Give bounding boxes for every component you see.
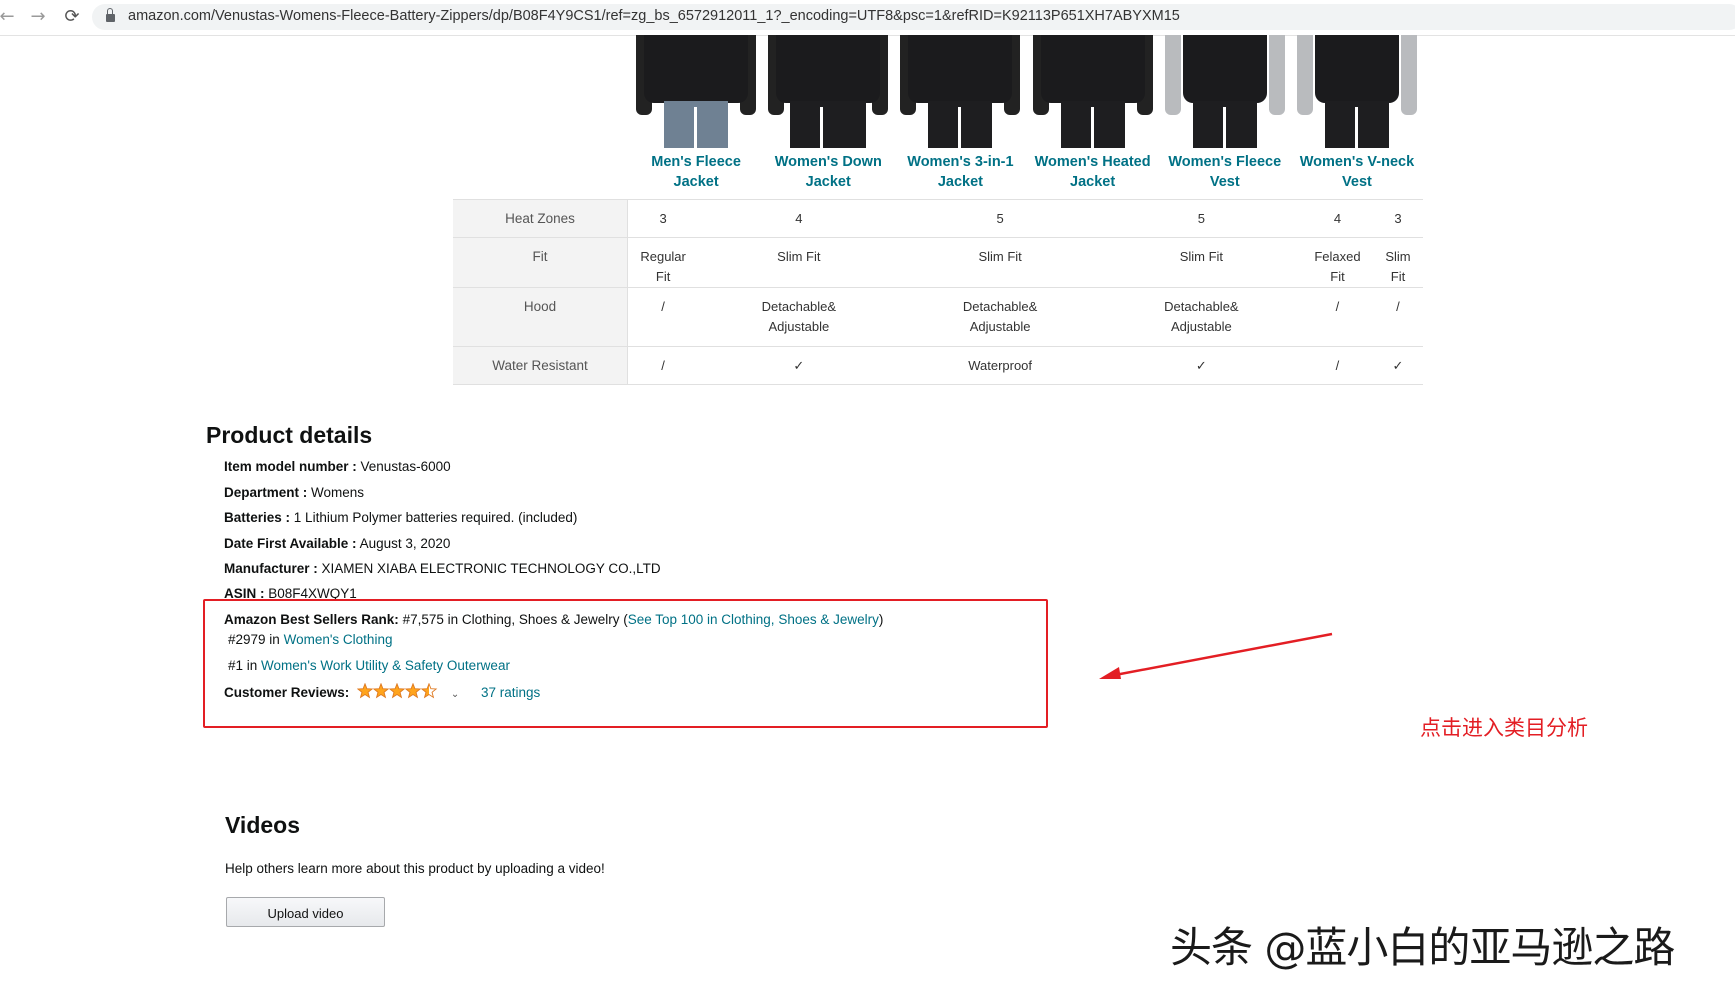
product-name-link[interactable]: Women's Down Jacket (762, 152, 894, 192)
videos-heading: Videos (225, 812, 300, 838)
row-header: Hood (453, 287, 628, 347)
product-card[interactable]: Women's V-neck Vest (1291, 35, 1423, 192)
table-cell: Slim Fit (1100, 237, 1303, 288)
forward-arrow-icon[interactable]: → (27, 6, 49, 28)
upload-video-button[interactable]: Upload video (226, 897, 385, 927)
product-card[interactable]: Women's Down Jacket (762, 35, 894, 192)
table-cell: 4 (1302, 199, 1373, 238)
highlight-box (203, 599, 1048, 728)
table-cell: Waterproof (899, 346, 1101, 385)
table-cell: 4 (698, 199, 900, 238)
table-cell: Felaxed Fit (1302, 237, 1373, 288)
product-card[interactable]: Women's 3-in-1 Jacket (894, 35, 1026, 192)
detail-item-model: Item model number : Venustas-6000 (224, 459, 451, 474)
product-name-link[interactable]: Women's Heated Jacket (1027, 152, 1159, 192)
detail-manufacturer: Manufacturer : XIAMEN XIABA ELECTRONIC T… (224, 561, 661, 576)
table-cell: Slim Fit (698, 237, 900, 288)
lock-icon[interactable] (106, 8, 115, 22)
table-cell: Detachable& Adjustable (899, 287, 1101, 347)
table-cell: / (1302, 287, 1373, 347)
detail-value: XIAMEN XIABA ELECTRONIC TECHNOLOGY CO.,L… (321, 561, 661, 576)
address-bar[interactable]: amazon.com/Venustas-Womens-Fleece-Batter… (92, 4, 1735, 30)
back-arrow-icon[interactable]: ← (0, 6, 18, 28)
detail-label: Batteries : (224, 510, 291, 525)
table-cell: ✓ (1100, 346, 1303, 385)
row-header: Fit (453, 237, 628, 288)
detail-label: ASIN : (224, 586, 265, 599)
detail-value: Venustas-6000 (360, 459, 451, 474)
table-row: Fit Regular Fit Slim Fit Slim Fit Slim F… (453, 237, 1423, 288)
product-image[interactable] (768, 35, 889, 148)
product-name-link[interactable]: Women's 3-in-1 Jacket (894, 152, 1026, 192)
detail-label: Date First Available : (224, 536, 357, 551)
product-image[interactable] (1032, 35, 1153, 148)
table-cell: ✓ (698, 346, 900, 385)
table-cell: Regular Fit (627, 237, 699, 288)
product-name-link[interactable]: Women's Fleece Vest (1159, 152, 1291, 192)
row-header: Water Resistant (453, 346, 628, 385)
table-cell: ✓ (1372, 346, 1423, 385)
browser-toolbar: ← → ⟳ amazon.com/Venustas-Womens-Fleece-… (0, 0, 1735, 36)
reload-icon[interactable]: ⟳ (61, 6, 83, 28)
product-image[interactable] (1164, 35, 1285, 148)
product-image[interactable] (900, 35, 1021, 148)
product-image[interactable] (1296, 35, 1417, 148)
table-cell: 3 (627, 199, 699, 238)
detail-label: Manufacturer : (224, 561, 318, 576)
detail-value: August 3, 2020 (359, 536, 451, 551)
table-cell: Slim Fit (1372, 237, 1423, 288)
table-cell: / (1302, 346, 1373, 385)
table-row: Hood / Detachable& Adjustable Detachable… (453, 287, 1423, 347)
detail-label: Department : (224, 485, 308, 500)
table-cell: / (1372, 287, 1423, 347)
url-text[interactable]: amazon.com/Venustas-Womens-Fleece-Batter… (128, 8, 1180, 24)
table-row: Heat Zones 3 4 5 5 4 3 (453, 199, 1423, 238)
table-cell: / (627, 287, 699, 347)
product-details-heading: Product details (206, 422, 373, 448)
table-cell: Detachable& Adjustable (698, 287, 900, 347)
table-cell: Detachable& Adjustable (1100, 287, 1303, 347)
table-cell: Slim Fit (899, 237, 1101, 288)
watermark: 头条 @蓝小白的亚马逊之路 (1170, 923, 1675, 972)
annotation-arrow-icon (1099, 632, 1333, 679)
table-cell: / (627, 346, 699, 385)
detail-batteries: Batteries : 1 Lithium Polymer batteries … (224, 510, 577, 525)
comparison-table: Heat Zones 3 4 5 5 4 3 Fit Regular Fit S… (453, 199, 1423, 385)
detail-label: Item model number : (224, 459, 357, 474)
product-name-link[interactable]: Women's V-neck Vest (1291, 152, 1423, 192)
videos-help-text: Help others learn more about this produc… (225, 861, 605, 876)
detail-asin: ASIN : B08F4XWQY1 (224, 586, 357, 599)
row-header: Heat Zones (453, 199, 628, 238)
detail-department: Department : Womens (224, 485, 364, 500)
detail-date-first-available: Date First Available : August 3, 2020 (224, 536, 450, 551)
detail-value: Womens (311, 485, 365, 500)
product-name-link[interactable]: Men's Fleece Jacket (630, 152, 762, 192)
product-card[interactable]: Men's Fleece Jacket (630, 35, 762, 192)
product-card[interactable]: Women's Heated Jacket (1027, 35, 1159, 192)
table-row: Water Resistant / ✓ Waterproof ✓ / ✓ (453, 346, 1423, 385)
detail-value: 1 Lithium Polymer batteries required. (i… (293, 510, 578, 525)
table-cell: 5 (899, 199, 1101, 238)
product-image[interactable] (636, 35, 757, 148)
product-card[interactable]: Women's Fleece Vest (1159, 35, 1291, 192)
table-cell: 3 (1372, 199, 1423, 238)
detail-value: B08F4XWQY1 (268, 586, 357, 599)
table-cell: 5 (1100, 199, 1303, 238)
annotation-text: 点击进入类目分析 (1420, 716, 1588, 740)
comparison-products: Men's Fleece Jacket Women's Down Jacket Wo… (630, 35, 1423, 192)
